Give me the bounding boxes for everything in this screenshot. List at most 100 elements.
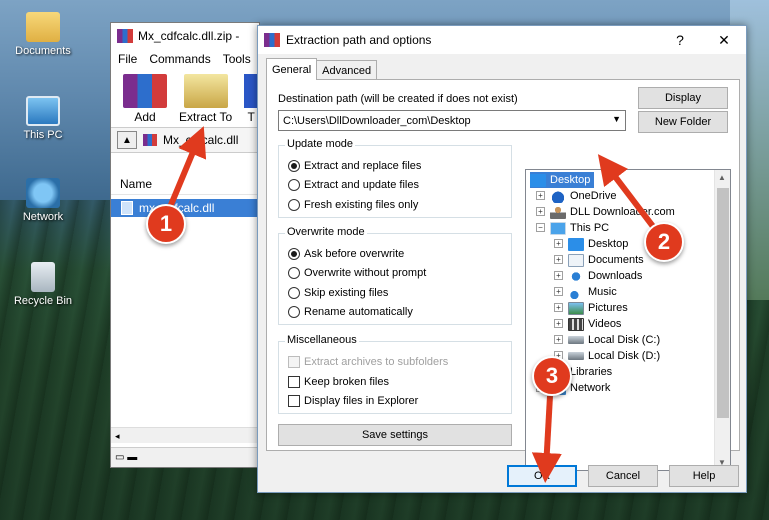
desktop-icon-label: This PC [23, 129, 63, 141]
option-label: Display files in Explorer [304, 395, 419, 407]
radio-unselected [288, 306, 300, 318]
expand-plus-icon[interactable]: + [554, 271, 563, 280]
tree-node-documents[interactable]: Documents [568, 252, 644, 268]
save-settings-button[interactable]: Save settings [278, 424, 512, 446]
desktop-icon-network[interactable]: Network [8, 178, 78, 223]
tree-node-this-pc[interactable]: This PC [550, 220, 609, 236]
expand-plus-icon[interactable]: + [554, 303, 563, 312]
tree-label: Local Disk (C:) [588, 334, 661, 346]
tree-node-local-disk-d[interactable]: Local Disk (D:) [568, 348, 660, 364]
option-label: Extract and update files [304, 179, 419, 191]
dialog-title: Extraction path and options [286, 33, 432, 47]
dialog-title-bar[interactable]: Extraction path and options ? ✕ [258, 26, 746, 54]
winrar-dialog-icon [264, 33, 280, 47]
winrar-title-bar[interactable]: Mx_cdfcalc.dll.zip - [111, 23, 259, 49]
scroll-up-icon[interactable]: ▲ [718, 173, 726, 182]
tree-node-videos[interactable]: Videos [568, 316, 621, 332]
add-archive-icon [123, 74, 167, 108]
desktop-icon [568, 237, 584, 251]
collapse-minus-icon[interactable]: − [536, 223, 545, 232]
horizontal-scrollbar[interactable]: ◂ [111, 427, 259, 443]
add-button[interactable]: Add [123, 74, 167, 124]
download-icon [568, 269, 584, 283]
radio-overwrite-without-prompt[interactable]: Overwrite without prompt [288, 267, 426, 279]
tree-node-pc-desktop[interactable]: Desktop [568, 236, 628, 252]
tree-node-music[interactable]: Music [568, 284, 617, 300]
menu-tools[interactable]: Tools [223, 52, 251, 66]
file-row[interactable]: mx_cdfcalc.dll [111, 199, 259, 217]
radio-unselected [288, 267, 300, 279]
desktop-icon-this-pc[interactable]: This PC [8, 96, 78, 141]
radio-unselected [288, 179, 300, 191]
tree-node-local-disk-c[interactable]: Local Disk (C:) [568, 332, 660, 348]
cloud-icon [550, 189, 566, 203]
desktop-icon-label: Network [22, 211, 64, 223]
checkbox-unchecked [288, 376, 300, 388]
tab-general[interactable]: General [266, 58, 318, 80]
tree-label: Music [588, 286, 617, 298]
display-button[interactable]: Display [638, 87, 728, 109]
expand-plus-icon[interactable]: + [554, 255, 563, 264]
menu-file[interactable]: File [118, 52, 137, 66]
tree-node-dll-downloader[interactable]: DLL Downloader.com [550, 204, 675, 220]
radio-extract-replace[interactable]: Extract and replace files [288, 160, 421, 172]
tree-vertical-scrollbar[interactable]: ▲ ▼ [714, 170, 730, 470]
checkbox-display-in-explorer[interactable]: Display files in Explorer [288, 395, 418, 407]
winrar-file-list: Name mx_cdfcalc.dll ◂ [111, 173, 259, 443]
radio-extract-update[interactable]: Extract and update files [288, 179, 419, 191]
new-folder-button[interactable]: New Folder [638, 111, 728, 133]
expand-plus-icon[interactable]: + [536, 191, 545, 200]
recycle-bin-icon [31, 262, 55, 292]
step-callout-1: 1 [146, 204, 186, 244]
radio-fresh-existing[interactable]: Fresh existing files only [288, 199, 418, 211]
winrar-toolbar: Add Extract To T [111, 69, 259, 127]
chevron-down-icon[interactable]: ▼ [612, 114, 621, 124]
option-label: Rename automatically [304, 306, 413, 318]
tree-label: Desktop [588, 238, 629, 250]
option-label: Keep broken files [304, 376, 389, 388]
folder-tree[interactable]: Desktop + OneDrive + DLL Downloader.com … [525, 169, 731, 471]
tree-node-onedrive[interactable]: OneDrive [550, 188, 616, 204]
option-label: Ask before overwrite [304, 248, 405, 260]
computer-icon [550, 221, 566, 235]
dll-file-icon [121, 201, 133, 215]
radio-rename-automatically[interactable]: Rename automatically [288, 306, 413, 318]
expand-plus-icon[interactable]: + [554, 239, 563, 248]
tree-node-downloads[interactable]: Downloads [568, 268, 642, 284]
radio-skip-existing[interactable]: Skip existing files [288, 287, 388, 299]
destination-path-combo[interactable]: C:\Users\DllDownloader_com\Desktop ▼ [278, 110, 626, 131]
tree-label: Local Disk (D:) [588, 350, 661, 362]
checkbox-extract-to-subfolders: Extract archives to subfolders [288, 356, 448, 368]
cancel-button[interactable]: Cancel [588, 465, 658, 487]
column-header-name[interactable]: Name [111, 173, 259, 195]
overwrite-mode-group: Overwrite mode Ask before overwrite Over… [278, 226, 512, 325]
up-folder-button[interactable]: ▲ [117, 131, 137, 149]
expand-plus-icon[interactable]: + [554, 319, 563, 328]
menu-commands[interactable]: Commands [149, 52, 210, 66]
tab-advanced[interactable]: Advanced [316, 60, 378, 80]
radio-unselected [288, 287, 300, 299]
tree-node-pictures[interactable]: Pictures [568, 300, 628, 316]
ok-button[interactable]: OK [507, 465, 577, 487]
scroll-left-icon[interactable]: ◂ [115, 431, 120, 441]
hard-drive-icon [568, 336, 584, 344]
videos-icon [568, 317, 584, 331]
extract-to-button[interactable]: Extract To [179, 74, 232, 124]
radio-ask-before-overwrite[interactable]: Ask before overwrite [288, 248, 404, 260]
option-label: Extract and replace files [304, 160, 422, 172]
checkbox-keep-broken-files[interactable]: Keep broken files [288, 376, 389, 388]
expand-plus-icon[interactable]: + [554, 335, 563, 344]
help-question-icon[interactable]: ? [658, 26, 702, 54]
documents-icon [568, 253, 584, 267]
scrollbar-thumb[interactable] [717, 188, 729, 418]
destination-path-label: Destination path (will be created if doe… [278, 93, 518, 105]
expand-plus-icon[interactable]: + [554, 287, 563, 296]
desktop-icon-recycle-bin[interactable]: Recycle Bin [8, 262, 78, 307]
computer-icon [26, 96, 60, 126]
help-button[interactable]: Help [669, 465, 739, 487]
tree-node-desktop[interactable]: Desktop [530, 172, 595, 188]
desktop-icon-documents[interactable]: Documents [8, 12, 78, 57]
update-mode-title: Update mode [285, 138, 356, 150]
close-icon[interactable]: ✕ [702, 26, 746, 54]
expand-plus-icon[interactable]: + [536, 207, 545, 216]
